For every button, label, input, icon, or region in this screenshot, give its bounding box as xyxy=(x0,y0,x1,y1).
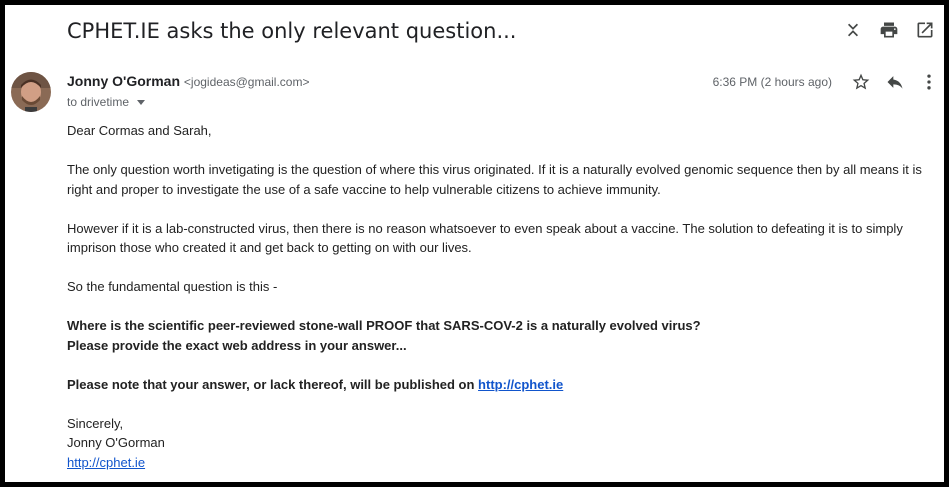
signature-block: Sincerely, Jonny O'Gorman http://cphet.i… xyxy=(67,414,932,473)
body-question: Where is the scientific peer-reviewed st… xyxy=(67,316,932,355)
reply-button[interactable] xyxy=(884,71,906,93)
recipient-line[interactable]: to drivetime xyxy=(67,95,146,109)
show-details-chevron-icon[interactable] xyxy=(137,99,146,105)
more-vertical-icon xyxy=(927,74,931,90)
signature-link[interactable]: http://cphet.ie xyxy=(67,455,145,470)
sender-avatar xyxy=(11,72,51,112)
collapse-all-icon xyxy=(848,23,858,37)
body-note-link[interactable]: http://cphet.ie xyxy=(478,377,563,392)
body-greeting: Dear Cormas and Sarah, xyxy=(67,123,212,138)
message-actions: 6:36 PM (2 hours ago) xyxy=(713,71,940,93)
body-question-line-1: Where is the scientific peer-reviewed st… xyxy=(67,318,701,333)
sender-line: Jonny O'Gorman <jogideas@gmail.com> xyxy=(67,73,309,89)
email-view: CPHET.IE asks the only relevant question… xyxy=(5,5,944,482)
message-body: Dear Cormas and Sarah, The only question… xyxy=(67,121,932,482)
print-button[interactable] xyxy=(878,19,900,41)
star-icon xyxy=(852,73,870,90)
sender-email: <jogideas@gmail.com> xyxy=(183,75,310,89)
signature-name: Jonny O'Gorman xyxy=(67,435,165,450)
collapse-all-button[interactable] xyxy=(842,19,864,41)
print-icon xyxy=(880,22,898,38)
signoff-text: Sincerely, xyxy=(67,415,124,431)
body-paragraph-1: The only question worth invetigating is … xyxy=(67,162,922,197)
open-in-new-window-button[interactable] xyxy=(914,19,936,41)
message-time: 6:36 PM (2 hours ago) xyxy=(712,75,832,89)
reply-icon xyxy=(887,76,903,89)
open-in-new-window-icon xyxy=(917,22,933,38)
body-note-text: Please note that your answer, or lack th… xyxy=(67,376,479,392)
email-subject: CPHET.IE asks the only relevant question… xyxy=(67,19,517,43)
recipient-label: to drivetime xyxy=(67,95,130,109)
more-options-button[interactable] xyxy=(918,71,940,93)
body-paragraph-2: However if it is a lab-constructed virus… xyxy=(67,220,903,256)
body-note: Please note that your answer, or lack th… xyxy=(67,375,932,395)
subject-toolbar xyxy=(842,19,936,41)
star-button[interactable] xyxy=(850,71,872,93)
sender-name[interactable]: Jonny O'Gorman xyxy=(67,73,180,89)
body-paragraph-3: So the fundamental question is this - xyxy=(67,279,278,294)
body-question-line-2: Please provide the exact web address in … xyxy=(67,337,407,353)
